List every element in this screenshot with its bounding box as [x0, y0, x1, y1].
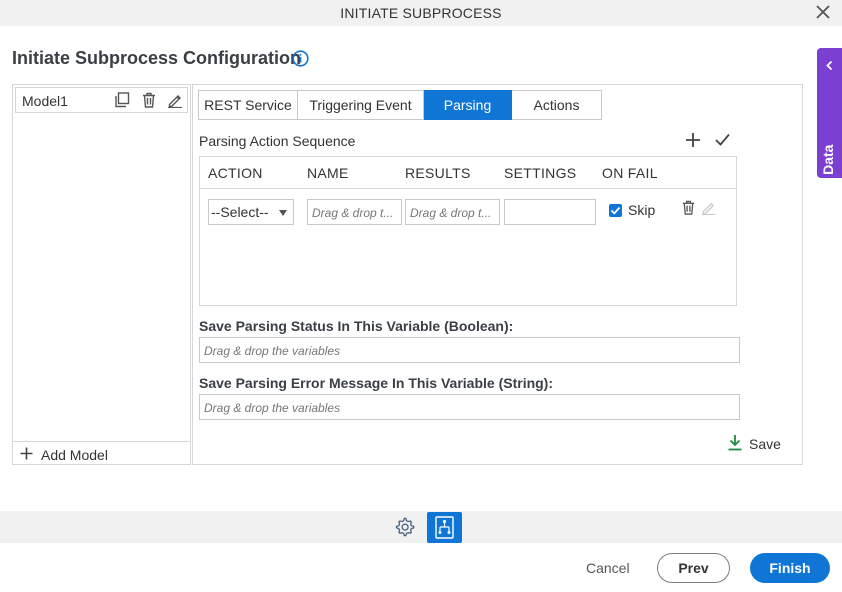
info-icon[interactable]	[292, 50, 309, 67]
tab-actions[interactable]: Actions	[512, 90, 602, 120]
error-variable-label: Save Parsing Error Message In This Varia…	[199, 375, 554, 391]
window-title: INITIATE SUBPROCESS	[340, 5, 502, 21]
model-item[interactable]: Model1	[15, 87, 188, 113]
column-header: ON FAIL	[602, 165, 658, 181]
delete-icon[interactable]	[141, 92, 157, 108]
finish-button[interactable]: Finish	[750, 553, 830, 583]
edit-icon[interactable]	[167, 92, 183, 108]
cancel-button[interactable]: Cancel	[586, 560, 630, 576]
tab-triggering-event[interactable]: Triggering Event	[298, 90, 424, 120]
edit-row-icon[interactable]	[701, 200, 716, 215]
settings-input[interactable]	[504, 199, 596, 225]
bottom-toolbar	[0, 511, 842, 543]
skip-checkbox[interactable]	[609, 204, 622, 217]
name-input[interactable]: Drag & drop t...	[307, 199, 402, 225]
plus-icon	[20, 447, 33, 460]
caret-down-icon	[279, 210, 287, 216]
prev-button[interactable]: Prev	[657, 553, 730, 583]
tab-bar: REST Service Triggering Event Parsing Ac…	[198, 90, 602, 120]
process-tree-icon	[435, 516, 454, 539]
column-header: RESULTS	[405, 165, 471, 181]
title-bar: INITIATE SUBPROCESS	[0, 0, 842, 26]
model-panel: Model1 Add Model	[12, 84, 191, 465]
app-data-label: App Data	[820, 144, 836, 206]
copy-icon[interactable]	[114, 92, 130, 108]
tab-parsing[interactable]: Parsing	[424, 90, 512, 120]
status-variable-field[interactable]: Drag & drop the variables	[199, 337, 740, 363]
config-panel: REST Service Triggering Event Parsing Ac…	[192, 84, 803, 465]
app-data-tab[interactable]: App Data	[817, 48, 842, 206]
download-icon	[728, 435, 742, 451]
results-input[interactable]: Drag & drop t...	[405, 199, 500, 225]
close-icon[interactable]	[814, 3, 832, 21]
section-title: Parsing Action Sequence	[199, 133, 356, 149]
delete-row-icon[interactable]	[681, 200, 696, 215]
error-variable-field[interactable]: Drag & drop the variables	[199, 394, 740, 420]
page-title: Initiate Subprocess Configuration	[12, 48, 302, 68]
status-variable-label: Save Parsing Status In This Variable (Bo…	[199, 318, 514, 334]
add-model-button[interactable]: Add Model	[13, 441, 190, 465]
checkmark-icon	[610, 206, 621, 215]
tab-rest-service[interactable]: REST Service	[198, 90, 298, 120]
check-icon[interactable]	[714, 131, 731, 148]
chevron-left-icon	[826, 60, 833, 71]
action-select-value: --Select--	[211, 204, 269, 220]
parsing-grid: ACTION NAME RESULTS SETTINGS ON FAIL --S…	[199, 156, 737, 306]
action-select[interactable]: --Select--	[208, 199, 294, 225]
skip-label: Skip	[628, 202, 656, 218]
model-name: Model1	[22, 93, 68, 109]
process-tree-button[interactable]	[427, 512, 462, 543]
column-header: NAME	[307, 165, 349, 181]
save-button[interactable]: Save	[727, 434, 781, 456]
save-label: Save	[749, 436, 781, 452]
column-header: SETTINGS	[504, 165, 577, 181]
gear-icon[interactable]	[394, 516, 415, 537]
grid-header: ACTION NAME RESULTS SETTINGS ON FAIL	[200, 157, 736, 189]
add-row-icon[interactable]	[685, 132, 701, 148]
column-header: ACTION	[208, 165, 263, 181]
add-model-label: Add Model	[41, 447, 108, 463]
